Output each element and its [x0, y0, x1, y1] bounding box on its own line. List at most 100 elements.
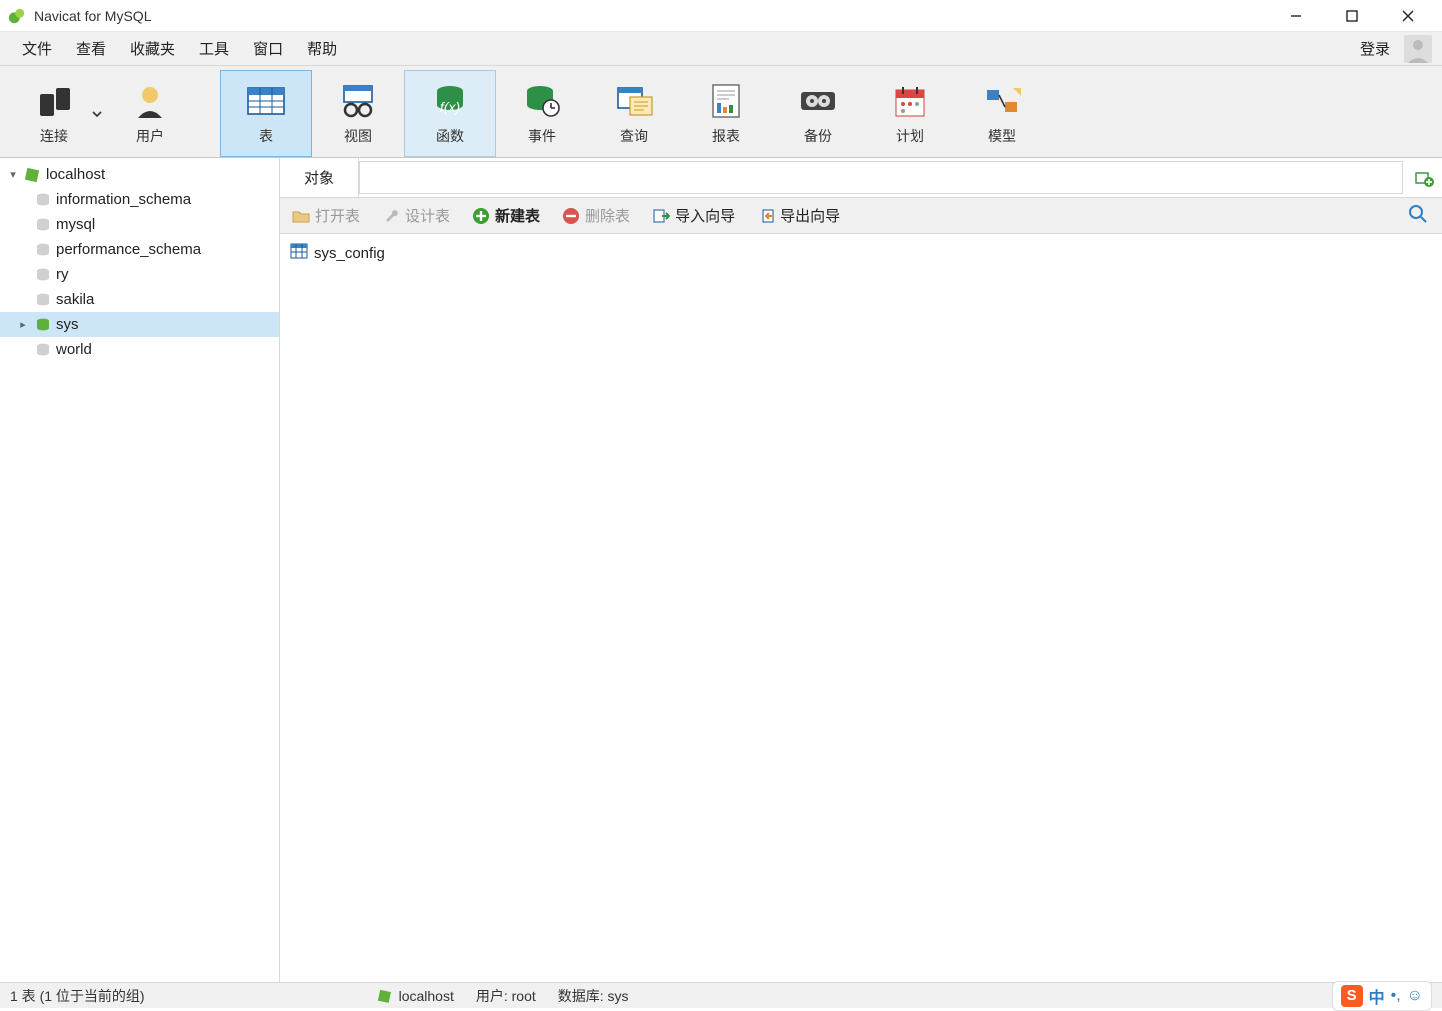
database-performance_schema[interactable]: performance_schema — [0, 237, 279, 262]
plug-icon — [32, 82, 76, 120]
toolbar-connection-label: 连接 — [40, 126, 68, 146]
status-user: 用户: root — [476, 986, 536, 1006]
statusbar: 1 表 (1 位于当前的组) localhost 用户: root 数据库: s… — [0, 982, 1442, 1008]
toolbar-report-button[interactable]: 报表 — [680, 70, 772, 157]
database-label: sakila — [56, 291, 94, 308]
database-ry[interactable]: ry — [0, 262, 279, 287]
maximize-button[interactable] — [1338, 2, 1366, 30]
toolbar-query-label: 查询 — [620, 126, 648, 146]
connection-dropdown-icon[interactable] — [92, 106, 102, 122]
table-sys_config[interactable]: sys_config — [290, 242, 1432, 264]
delete-table-label: 删除表 — [585, 205, 630, 226]
database-label: information_schema — [56, 191, 191, 208]
table-name-label: sys_config — [314, 245, 385, 262]
sidebar: ▾ localhost information_schemamysql perfo… — [0, 158, 280, 982]
database-sakila[interactable]: sakila — [0, 287, 279, 312]
status-database: 数据库: sys — [558, 986, 629, 1006]
toolbar-query-button[interactable]: 查询 — [588, 70, 680, 157]
import-wizard-button[interactable]: 导入向导 — [648, 202, 739, 229]
toolbar-connection-button[interactable]: 连接 — [8, 70, 100, 157]
toolbar-function-button[interactable]: f(x) 函数 — [404, 70, 496, 157]
connection-status-icon — [377, 988, 393, 1004]
export-icon — [757, 207, 775, 225]
database-icon — [34, 291, 52, 309]
svg-text:f(x): f(x) — [440, 99, 460, 115]
sogou-icon: S — [1341, 985, 1363, 1007]
database-mysql[interactable]: mysql — [0, 212, 279, 237]
export-wizard-button[interactable]: 导出向导 — [753, 202, 844, 229]
toolbar-table-button[interactable]: 表 — [220, 70, 312, 157]
action-bar: 打开表 设计表 新建表 删除表 导入向导 导出向导 — [280, 198, 1442, 234]
toolbar-model-button[interactable]: 模型 — [956, 70, 1048, 157]
toolbar-table-label: 表 — [259, 126, 273, 146]
toolbar: 连接 用户 表 视图 f(x) 函数 事件 查询 报表 备份 计划 模型 — [0, 66, 1442, 158]
toolbar-event-label: 事件 — [528, 126, 556, 146]
menu-view[interactable]: 查看 — [64, 32, 118, 65]
chevron-right-icon[interactable]: ▸ — [16, 318, 30, 331]
database-icon — [34, 216, 52, 234]
event-icon — [520, 82, 564, 120]
database-label: ry — [56, 266, 69, 283]
ime-indicator[interactable]: S 中 •, ☺ — [1332, 981, 1432, 1011]
database-information_schema[interactable]: information_schema — [0, 187, 279, 212]
database-sys[interactable]: ▸sys — [0, 312, 279, 337]
menu-favorite[interactable]: 收藏夹 — [118, 32, 187, 65]
design-table-button[interactable]: 设计表 — [378, 202, 454, 229]
plus-circle-icon — [472, 207, 490, 225]
table-icon — [244, 82, 288, 120]
toolbar-event-button[interactable]: 事件 — [496, 70, 588, 157]
object-list: sys_config — [280, 234, 1442, 982]
add-tab-button[interactable] — [1406, 158, 1442, 197]
database-icon — [34, 341, 52, 359]
import-wizard-label: 导入向导 — [675, 205, 735, 226]
database-label: mysql — [56, 216, 95, 233]
login-button[interactable]: 登录 — [1350, 32, 1400, 65]
ime-mode-label: 中 — [1369, 984, 1385, 1008]
chevron-down-icon[interactable]: ▾ — [6, 168, 20, 181]
avatar-icon[interactable] — [1404, 35, 1432, 63]
model-icon — [980, 82, 1024, 120]
toolbar-backup-button[interactable]: 备份 — [772, 70, 864, 157]
import-icon — [652, 207, 670, 225]
open-table-button[interactable]: 打开表 — [288, 202, 364, 229]
status-host: localhost — [399, 988, 454, 1004]
search-icon[interactable] — [1408, 204, 1428, 227]
toolbar-view-label: 视图 — [344, 126, 372, 146]
toolbar-backup-label: 备份 — [804, 126, 832, 146]
delete-table-button[interactable]: 删除表 — [558, 202, 634, 229]
tab-object[interactable]: 对象 — [280, 158, 359, 197]
app-icon — [8, 7, 26, 25]
new-table-button[interactable]: 新建表 — [468, 202, 544, 229]
user-icon — [128, 82, 172, 120]
connection-localhost[interactable]: ▾ localhost — [0, 162, 279, 187]
database-icon — [34, 266, 52, 284]
database-world[interactable]: world — [0, 337, 279, 362]
table-icon — [290, 243, 308, 263]
menu-tools[interactable]: 工具 — [187, 32, 241, 65]
main-panel: 对象 打开表 设计表 新建表 删除表 — [280, 158, 1442, 982]
window-controls — [1282, 2, 1434, 30]
status-left: 1 表 (1 位于当前的组) — [10, 986, 145, 1006]
menubar: 文件 查看 收藏夹 工具 窗口 帮助 登录 — [0, 32, 1442, 66]
database-icon — [34, 191, 52, 209]
toolbar-user-label: 用户 — [136, 126, 164, 146]
schedule-icon — [888, 82, 932, 120]
connection-icon — [24, 166, 42, 184]
database-icon — [34, 241, 52, 259]
tab-empty-area — [359, 161, 1403, 194]
report-icon — [704, 82, 748, 120]
database-label: performance_schema — [56, 241, 201, 258]
query-icon — [612, 82, 656, 120]
open-table-label: 打开表 — [315, 205, 360, 226]
toolbar-view-button[interactable]: 视图 — [312, 70, 404, 157]
menu-window[interactable]: 窗口 — [241, 32, 295, 65]
new-table-label: 新建表 — [495, 208, 540, 225]
menu-help[interactable]: 帮助 — [295, 32, 349, 65]
open-folder-icon — [292, 207, 310, 225]
minimize-button[interactable] — [1282, 2, 1310, 30]
menu-file[interactable]: 文件 — [10, 32, 64, 65]
toolbar-user-button[interactable]: 用户 — [104, 70, 196, 157]
tab-object-label: 对象 — [304, 167, 334, 188]
toolbar-schedule-button[interactable]: 计划 — [864, 70, 956, 157]
close-button[interactable] — [1394, 2, 1422, 30]
